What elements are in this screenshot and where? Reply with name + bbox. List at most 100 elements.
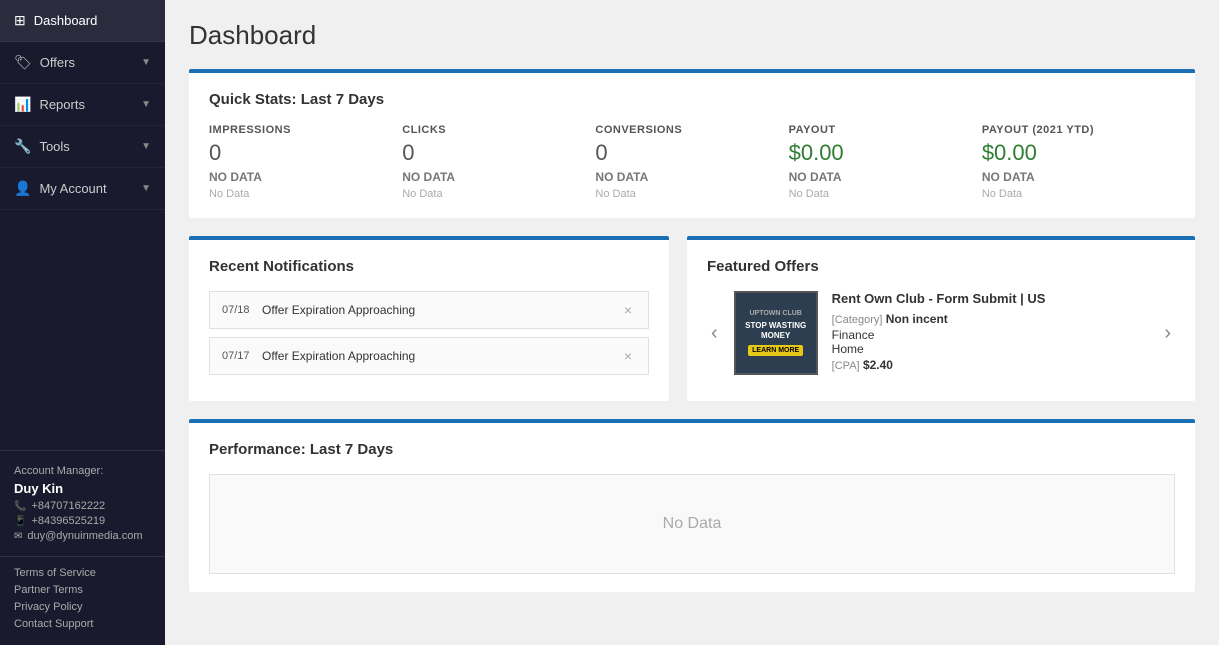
stat-label: CLICKS — [402, 124, 579, 136]
stat-value: 0 — [595, 140, 772, 166]
thumb-brand: UPTOWN CLUB — [749, 310, 801, 317]
thumb-headline: STOP WASTING MONEY — [736, 321, 816, 340]
notif-close-button[interactable]: × — [620, 302, 636, 318]
footer-link-terms[interactable]: Terms of Service — [14, 567, 151, 579]
stat-subtext: No Data — [789, 188, 966, 200]
sidebar-item-dashboard[interactable]: ⊞ Dashboard — [0, 0, 165, 42]
notification-row: 07/18 Offer Expiration Approaching × — [209, 291, 649, 329]
stat-nodata: NO DATA — [209, 170, 386, 184]
notif-text: Offer Expiration Approaching — [262, 349, 620, 363]
two-col-section: Recent Notifications 07/18 Offer Expirat… — [189, 236, 1195, 401]
sidebar-item-my-account[interactable]: 👤 My Account ▼ — [0, 168, 165, 210]
category-label: [Category] — [832, 314, 883, 326]
performance-nodata: No Data — [663, 515, 722, 533]
next-offer-button[interactable]: › — [1160, 322, 1175, 345]
offers-icon: 🏷 — [14, 54, 32, 71]
footer-link-contact[interactable]: Contact Support — [14, 618, 151, 630]
stat-nodata: NO DATA — [789, 170, 966, 184]
sidebar-item-tools[interactable]: 🔧 Tools ▼ — [0, 126, 165, 168]
account-manager-label: Account Manager: — [14, 465, 151, 477]
prev-offer-button[interactable]: ‹ — [707, 322, 722, 345]
stat-nodata: NO DATA — [402, 170, 579, 184]
stat-payout-------ytd-: PAYOUT (2021 YTD) $0.00 NO DATA No Data — [982, 124, 1175, 200]
stat-conversions: CONVERSIONS 0 NO DATA No Data — [595, 124, 788, 200]
notif-date: 07/18 — [222, 304, 262, 316]
stat-value: $0.00 — [789, 140, 966, 166]
offer-line2: Home — [832, 342, 1046, 356]
notifications-title: Recent Notifications — [209, 258, 649, 275]
stat-value: 0 — [402, 140, 579, 166]
stat-label: CONVERSIONS — [595, 124, 772, 136]
chevron-offers-icon: ▼ — [141, 57, 151, 68]
sidebar-item-offers[interactable]: 🏷 Offers ▼ — [0, 42, 165, 84]
account-manager-email: ✉ duy@dynuinmedia.com — [14, 530, 151, 542]
notif-text: Offer Expiration Approaching — [262, 303, 620, 317]
offer-details: Rent Own Club - Form Submit | US [Catego… — [832, 291, 1046, 372]
my-account-icon: 👤 — [14, 180, 31, 197]
stat-clicks: CLICKS 0 NO DATA No Data — [402, 124, 595, 200]
reports-icon: 📊 — [14, 96, 31, 113]
mobile-icon: 📱 — [14, 516, 26, 527]
notification-row: 07/17 Offer Expiration Approaching × — [209, 337, 649, 375]
stat-label: PAYOUT (2021 YTD) — [982, 124, 1159, 136]
stat-payout: PAYOUT $0.00 NO DATA No Data — [789, 124, 982, 200]
quick-stats-card: Quick Stats: Last 7 Days IMPRESSIONS 0 N… — [189, 69, 1195, 218]
performance-chart: No Data — [209, 474, 1175, 574]
category-val: Non incent — [886, 312, 948, 326]
sidebar-label-reports: Reports — [39, 97, 85, 112]
chevron-reports-icon: ▼ — [141, 99, 151, 110]
cpa-label: [CPA] — [832, 360, 860, 372]
stats-grid: IMPRESSIONS 0 NO DATA No Data CLICKS 0 N… — [209, 124, 1175, 200]
sidebar-item-reports[interactable]: 📊 Reports ▼ — [0, 84, 165, 126]
stat-subtext: No Data — [402, 188, 579, 200]
sidebar-footer: Terms of Service Partner Terms Privacy Pol… — [0, 556, 165, 645]
offer-category: [Category] Non incent — [832, 312, 1046, 326]
featured-inner: ‹ UPTOWN CLUB STOP WASTING MONEY LEARN M… — [707, 291, 1175, 375]
stat-value: $0.00 — [982, 140, 1159, 166]
stat-subtext: No Data — [595, 188, 772, 200]
account-manager-phone1: 📞 +84707162222 — [14, 500, 151, 512]
sidebar-label-tools: Tools — [39, 139, 69, 154]
sidebar: ⊞ Dashboard 🏷 Offers ▼ 📊 Reports ▼ 🔧 Too… — [0, 0, 165, 645]
stat-subtext: No Data — [209, 188, 386, 200]
quick-stats-title: Quick Stats: Last 7 Days — [209, 91, 1175, 108]
notifications-card: Recent Notifications 07/18 Offer Expirat… — [189, 236, 669, 401]
stat-value: 0 — [209, 140, 386, 166]
sidebar-nav: ⊞ Dashboard 🏷 Offers ▼ 📊 Reports ▼ 🔧 Too… — [0, 0, 165, 450]
notif-date: 07/17 — [222, 350, 262, 362]
offer-thumbnail: UPTOWN CLUB STOP WASTING MONEY LEARN MOR… — [734, 291, 818, 375]
footer-link-privacy[interactable]: Privacy Policy — [14, 601, 151, 613]
featured-offers-card: Featured Offers ‹ UPTOWN CLUB STOP WASTI… — [687, 236, 1195, 401]
stat-nodata: NO DATA — [982, 170, 1159, 184]
phone-icon: 📞 — [14, 501, 26, 512]
stat-label: IMPRESSIONS — [209, 124, 386, 136]
email-icon: ✉ — [14, 531, 22, 542]
account-manager-name: Duy Kin — [14, 481, 151, 496]
offer-cpa: [CPA] $2.40 — [832, 358, 1046, 372]
performance-title: Performance: Last 7 Days — [209, 441, 1175, 458]
sidebar-label-offers: Offers — [40, 55, 75, 70]
stat-subtext: No Data — [982, 188, 1159, 200]
chevron-my-account-icon: ▼ — [141, 183, 151, 194]
stat-nodata: NO DATA — [595, 170, 772, 184]
tools-icon: 🔧 — [14, 138, 31, 155]
main-content: Dashboard Quick Stats: Last 7 Days IMPRE… — [165, 0, 1219, 645]
thumb-cta: LEARN MORE — [748, 345, 803, 356]
featured-offer: UPTOWN CLUB STOP WASTING MONEY LEARN MOR… — [734, 291, 1149, 375]
performance-card: Performance: Last 7 Days No Data — [189, 419, 1195, 592]
offer-line1: Finance — [832, 328, 1046, 342]
sidebar-label-my-account: My Account — [39, 181, 106, 196]
dashboard-icon: ⊞ — [14, 12, 26, 29]
featured-offers-title: Featured Offers — [707, 258, 1175, 275]
stat-label: PAYOUT — [789, 124, 966, 136]
account-manager-phone2: 📱 +84396525219 — [14, 515, 151, 527]
stat-impressions: IMPRESSIONS 0 NO DATA No Data — [209, 124, 402, 200]
chevron-tools-icon: ▼ — [141, 141, 151, 152]
footer-link-partner[interactable]: Partner Terms — [14, 584, 151, 596]
account-manager-section: Account Manager: Duy Kin 📞 +84707162222 … — [0, 450, 165, 556]
offer-name: Rent Own Club - Form Submit | US — [832, 291, 1046, 306]
sidebar-label-dashboard: Dashboard — [34, 13, 98, 28]
page-title: Dashboard — [189, 20, 1195, 51]
cpa-val: $2.40 — [863, 358, 893, 372]
notif-close-button[interactable]: × — [620, 348, 636, 364]
